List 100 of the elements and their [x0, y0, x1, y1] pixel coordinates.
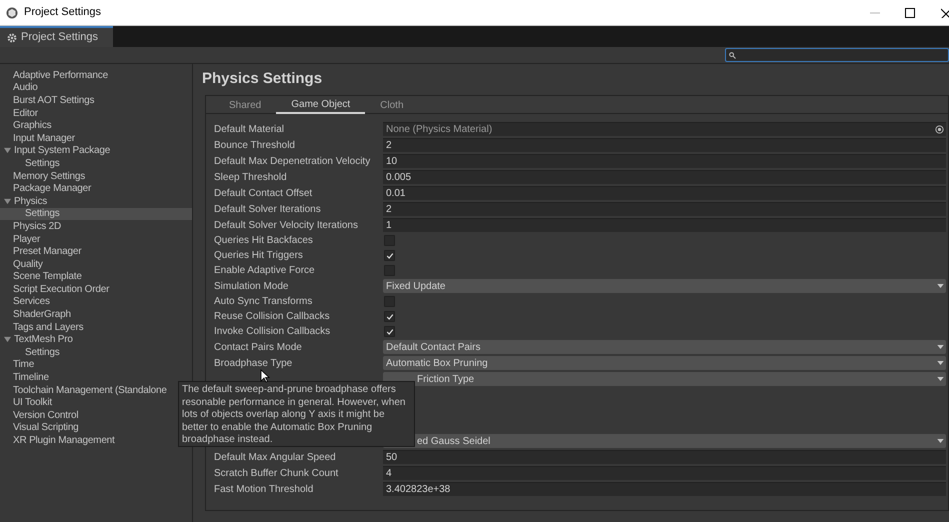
field-label: Fast Motion Threshold — [214, 482, 314, 496]
item-label: Timeline — [12, 371, 49, 386]
cursor-icon — [260, 369, 270, 383]
item-label: TextMesh Pro — [13, 333, 73, 348]
item-label: Audio — [12, 81, 38, 96]
item-label: Time — [12, 358, 34, 372]
tab[interactable]: Game Object — [276, 96, 366, 114]
item-label: Scene Template — [12, 270, 82, 284]
sidebar-item[interactable]: Adaptive Performance — [0, 69, 192, 82]
sidebar-item[interactable]: Script Execution Order — [0, 283, 192, 296]
field-label: Enable Adaptive Force — [214, 264, 316, 278]
caret-icon — [937, 345, 944, 349]
dropdown[interactable]: Friction Type — [383, 372, 946, 386]
field-label: Reuse Collision Callbacks — [214, 310, 331, 324]
sidebar-item[interactable]: Memory Settings — [0, 170, 192, 182]
sidebar-item[interactable]: Services — [0, 296, 192, 308]
expanded-arrow-icon[interactable] — [4, 147, 11, 154]
editor-tab[interactable]: Project Settings — [0, 26, 113, 47]
field-label: Auto Sync Transforms — [214, 295, 314, 309]
field-label: Contact Pairs Mode — [214, 340, 303, 354]
sidebar-item[interactable]: Tags and Layers — [0, 320, 192, 334]
item-label: Settings — [24, 346, 60, 360]
search-field[interactable] — [725, 48, 949, 62]
sidebar-item[interactable]: Physics — [0, 194, 192, 208]
sidebar-item[interactable]: Burst AOT Settings — [0, 94, 192, 107]
unity-logo-icon — [6, 6, 18, 18]
sidebar-item[interactable]: Player — [0, 232, 192, 246]
input-field[interactable]: 50 — [383, 450, 946, 464]
input-field[interactable]: 0.005 — [383, 170, 946, 184]
field-label: Queries Hit Backfaces — [214, 234, 314, 248]
item-label: Editor — [12, 106, 38, 120]
field-label: Simulation Mode — [214, 280, 290, 294]
page-title: Physics Settings — [202, 69, 324, 89]
sidebar-item[interactable]: Quality — [0, 258, 192, 270]
caret-icon — [937, 284, 944, 288]
object-field[interactable]: None (Physics Material) — [383, 122, 946, 136]
sidebar-item[interactable]: Time — [0, 358, 192, 372]
item-label: ShaderGraph — [12, 308, 71, 322]
item-label: Memory Settings — [12, 170, 86, 184]
item-label: Adaptive Performance — [12, 68, 108, 82]
expanded-arrow-icon[interactable] — [4, 336, 11, 344]
sidebar-item[interactable]: Package Manager — [0, 182, 192, 195]
field-label: Queries Hit Triggers — [214, 249, 304, 263]
input-field[interactable]: 4 — [383, 466, 946, 480]
input-field[interactable]: 10 — [383, 154, 946, 168]
caret-icon — [937, 377, 944, 381]
field-label: Broadphase Type — [214, 356, 294, 370]
item-label: Input Manager — [12, 132, 75, 146]
sidebar-item[interactable]: Editor — [0, 106, 192, 120]
sidebar-item[interactable]: Physics 2D — [0, 220, 192, 233]
sidebar-item[interactable]: Scene Template — [0, 270, 192, 284]
window-title: Project Settings — [24, 5, 102, 20]
tab[interactable]: Cloth — [365, 96, 419, 114]
sidebar-item[interactable]: ShaderGraph — [0, 308, 192, 321]
sidebar-item[interactable]: Preset Manager — [0, 245, 192, 258]
input-field[interactable]: 3.402823e+38 — [383, 482, 946, 496]
input-field[interactable]: 2 — [383, 202, 946, 216]
item-label: Quality — [12, 258, 43, 272]
sidebar-item[interactable]: Input Manager — [0, 132, 192, 145]
checkbox[interactable] — [384, 326, 395, 337]
input-field[interactable]: 1 — [383, 218, 946, 232]
item-label: Services — [12, 295, 50, 310]
field-label: Default Material — [214, 122, 286, 136]
tab[interactable]: Shared — [214, 96, 276, 114]
item-label: Physics — [13, 194, 48, 208]
sidebar-item[interactable]: Settings — [0, 208, 192, 220]
tooltip: The default sweep-and-prune broadphase offers resonable performance in general. However, when lots of objects overlap along Y axis it might be better to enable the Automatic Box Pruning broadphase instead. — [178, 381, 415, 447]
dropdown[interactable]: Automatic Box Pruning — [383, 356, 946, 370]
field-label: Default Solver Iterations — [214, 202, 322, 216]
sidebar-item[interactable]: Settings — [0, 157, 192, 170]
sidebar-item[interactable]: Audio — [0, 82, 192, 94]
sidebar-item[interactable]: Timeline — [0, 371, 192, 384]
item-label: Physics 2D — [12, 220, 62, 234]
expanded-arrow-icon[interactable] — [4, 198, 11, 205]
item-label: Player — [12, 232, 40, 247]
sidebar-item[interactable]: TextMesh Pro — [0, 333, 192, 346]
item-label: Script Execution Order — [12, 282, 110, 296]
close-icon[interactable] — [941, 8, 949, 18]
sidebar-item[interactable]: Input System Package — [0, 144, 192, 158]
item-label: Settings — [24, 207, 60, 222]
dropdown[interactable]: Fixed Update — [383, 279, 946, 293]
sidebar-item[interactable]: Graphics — [0, 119, 192, 132]
gear-icon — [7, 32, 17, 42]
maximize-icon[interactable] — [905, 8, 915, 18]
checkbox[interactable] — [384, 311, 395, 322]
item-label: Burst AOT Settings — [12, 94, 94, 108]
item-label: Preset Manager — [12, 245, 82, 260]
input-field[interactable]: 0.01 — [383, 186, 946, 200]
item-label: Settings — [24, 156, 60, 171]
dropdown[interactable]: Default Contact Pairs — [383, 340, 946, 354]
dropdown[interactable]: ed Gauss Seidel — [383, 434, 946, 448]
checkbox[interactable] — [384, 250, 395, 261]
field-label: Default Solver Velocity Iterations — [214, 218, 359, 232]
object-picker-icon[interactable] — [935, 125, 944, 134]
sidebar-item[interactable]: Settings — [0, 346, 192, 359]
field-label: Default Max Depenetration Velocity — [214, 154, 372, 168]
tab-label: Project Settings — [21, 30, 98, 46]
input-field[interactable]: 2 — [383, 138, 946, 152]
item-label: Input System Package — [13, 144, 110, 158]
caret-icon — [937, 361, 944, 365]
